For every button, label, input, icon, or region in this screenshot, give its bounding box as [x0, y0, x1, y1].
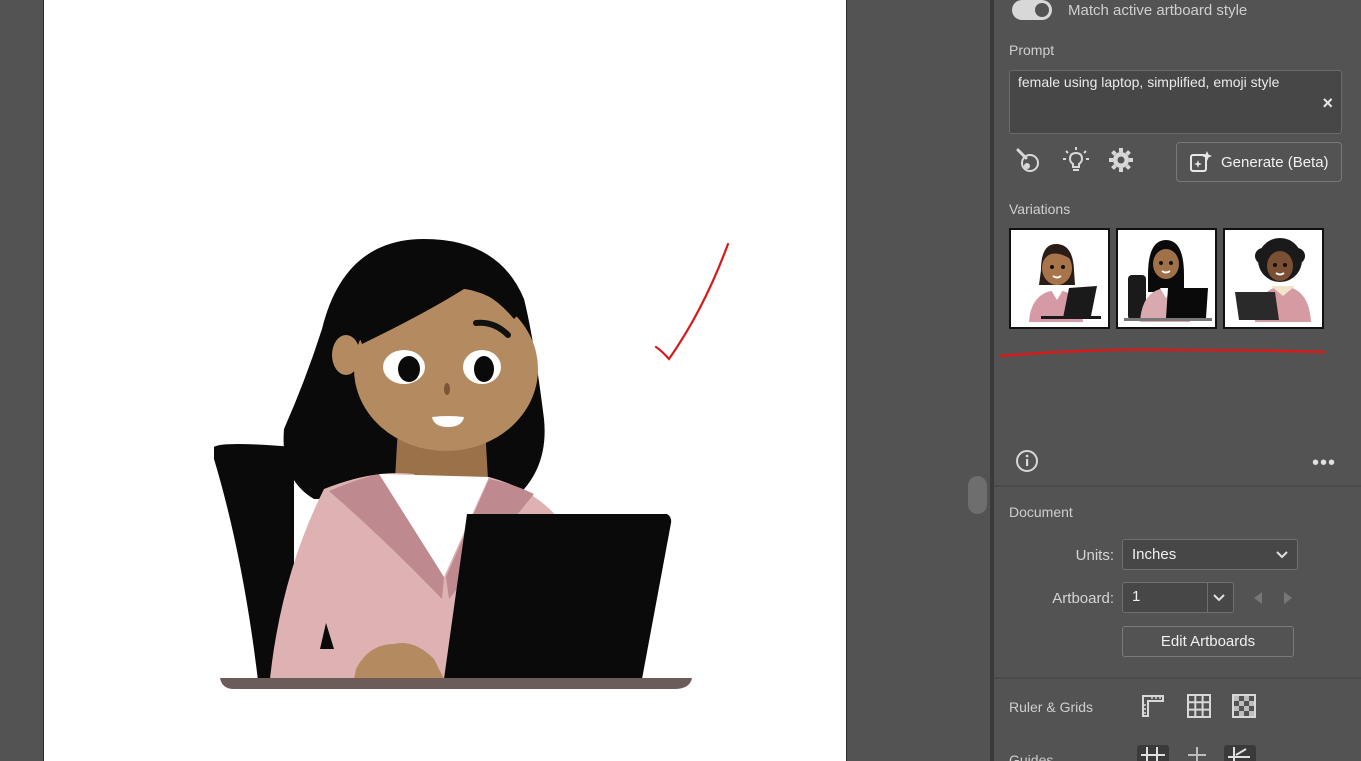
match-style-row: Match active artboard style: [1012, 0, 1247, 22]
guides-label: Guides: [1009, 752, 1054, 761]
generate-button[interactable]: Generate (Beta): [1176, 142, 1342, 182]
variations-list: [1009, 228, 1324, 329]
chevron-down-icon[interactable]: [1212, 591, 1226, 605]
generate-label: Generate (Beta): [1221, 153, 1329, 171]
prompt-input[interactable]: female using laptop, simplified, emoji s…: [1009, 70, 1342, 134]
lock-guides-icon[interactable]: [1184, 745, 1210, 761]
style-picker-icon[interactable]: [1014, 146, 1042, 174]
prompt-text: female using laptop, simplified, emoji s…: [1018, 74, 1280, 90]
transparency-grid-icon[interactable]: [1231, 693, 1257, 719]
variation-thumbnail-3[interactable]: [1223, 228, 1324, 329]
properties-panel: Match active artboard style Prompt femal…: [994, 0, 1361, 761]
canvas-scrollbar[interactable]: [965, 0, 990, 761]
smart-guides-icon[interactable]: [1224, 745, 1256, 761]
lightbulb-icon[interactable]: [1062, 146, 1090, 174]
artboard-select[interactable]: 1: [1122, 582, 1234, 613]
section-separator: [994, 485, 1361, 487]
check-annotation: [654, 242, 730, 361]
gear-icon[interactable]: [1107, 146, 1135, 174]
info-icon[interactable]: [1015, 449, 1039, 473]
variation-thumbnail-2[interactable]: [1116, 228, 1217, 329]
chevron-down-icon: [1276, 551, 1288, 559]
next-artboard-icon[interactable]: [1282, 591, 1294, 605]
guides-icon[interactable]: [1137, 745, 1169, 761]
match-style-label: Match active artboard style: [1068, 1, 1248, 19]
generate-icon: [1190, 151, 1212, 172]
units-value: Inches: [1132, 546, 1177, 563]
more-options-icon[interactable]: •••: [1312, 452, 1336, 475]
artboard-value: 1: [1132, 588, 1141, 605]
previous-artboard-icon[interactable]: [1252, 591, 1264, 605]
ruler-icon[interactable]: [1140, 693, 1166, 719]
scrollbar-thumb[interactable]: [968, 476, 987, 514]
edit-artboards-button[interactable]: Edit Artboards: [1122, 626, 1294, 657]
artboard[interactable]: [43, 0, 847, 761]
units-select[interactable]: Inches: [1122, 539, 1298, 570]
generated-illustration[interactable]: [44, 0, 847, 761]
match-style-toggle[interactable]: [1012, 0, 1052, 20]
units-label: Units:: [1075, 547, 1114, 564]
ruler-grids-label: Ruler & Grids: [1009, 699, 1094, 715]
grid-icon[interactable]: [1186, 693, 1212, 719]
underline-annotation: [998, 348, 1326, 358]
section-separator: [994, 677, 1361, 679]
clear-icon[interactable]: ×: [1322, 93, 1333, 114]
prompt-label: Prompt: [1009, 42, 1055, 58]
variation-thumbnail-1[interactable]: [1009, 228, 1110, 329]
document-section-label: Document: [1009, 504, 1073, 520]
artboard-label: Artboard:: [1052, 590, 1114, 607]
canvas-area[interactable]: [0, 0, 965, 761]
variations-label: Variations: [1009, 201, 1071, 217]
